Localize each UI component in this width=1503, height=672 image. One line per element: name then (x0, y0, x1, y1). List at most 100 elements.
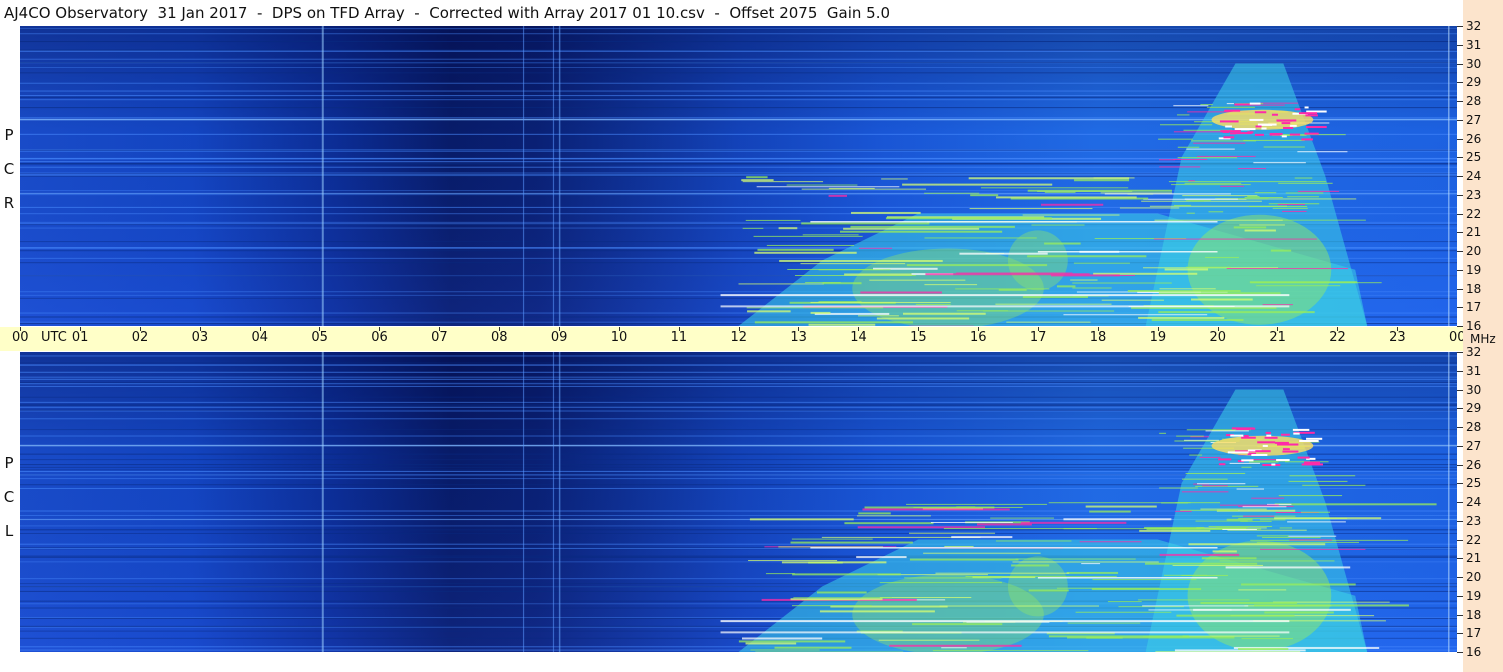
freq-tick-label: 20 (1466, 570, 1482, 584)
utc-tick-label: 10 (610, 330, 628, 345)
utc-tick-label: 09 (550, 330, 568, 345)
utc-tick-mark (618, 327, 620, 331)
freq-unit-label: MHz (1470, 332, 1496, 346)
freq-tick-mark (1457, 445, 1463, 447)
freq-tick-mark (1457, 101, 1463, 102)
freq-tick-mark (1457, 558, 1463, 560)
freq-tick-mark (1457, 614, 1463, 616)
utc-tick-mark (1097, 327, 1099, 331)
freq-tick-mark (1457, 119, 1463, 121)
freq-tick-label: 26 (1466, 131, 1482, 146)
utc-tick-label: 03 (191, 330, 209, 345)
freq-tick-label: 16 (1466, 319, 1482, 333)
utc-tick-mark (858, 327, 860, 331)
utc-tick-label: 06 (371, 330, 388, 345)
freq-tick-mark (1457, 232, 1463, 234)
freq-tick-mark (1457, 427, 1463, 428)
freq-tick-label: 30 (1466, 382, 1482, 397)
polarization-label-rcp: P C R (2, 118, 16, 220)
pol-letter: P (4, 126, 14, 144)
pol-letter: L (4, 522, 14, 540)
freq-tick-label: 18 (1466, 281, 1482, 296)
utc-tick-mark (738, 327, 740, 331)
utc-tick-label: 22 (1329, 330, 1346, 345)
utc-tick-label: 21 (1269, 330, 1286, 345)
utc-tick-label: 17 (1029, 330, 1047, 345)
freq-tick-mark (1457, 176, 1463, 177)
utc-tick-mark (499, 327, 500, 331)
utc-tick-label: 14 (850, 330, 867, 345)
utc-tick-mark (978, 327, 979, 331)
utc-tick-mark (558, 327, 560, 331)
utc-tick-mark (1037, 327, 1039, 331)
utc-tick-label: 01 (71, 330, 89, 345)
utc-tick-mark (259, 327, 261, 331)
utc-tick-mark (1277, 327, 1279, 331)
freq-tick-label: 31 (1466, 363, 1482, 378)
utc-tick-mark (1397, 327, 1399, 331)
freq-tick-label: 29 (1466, 401, 1482, 416)
freq-tick-label: 19 (1466, 262, 1482, 277)
utc-tick-mark (199, 327, 201, 331)
utc-tick-label: 19 (1149, 330, 1167, 345)
freq-tick-mark (1457, 82, 1463, 84)
freq-tick-label: 21 (1466, 551, 1482, 566)
utc-tick-label: 16 (970, 330, 987, 345)
freq-tick-mark (1457, 63, 1463, 65)
freq-tick-label: 21 (1466, 225, 1482, 240)
utc-tick-label: 12 (730, 330, 748, 345)
utc-tick-label: 13 (790, 330, 807, 345)
freq-tick-label: 29 (1466, 75, 1482, 90)
freq-tick-label: 28 (1466, 94, 1482, 108)
freq-tick-mark (1457, 269, 1463, 271)
freq-tick-label: 26 (1466, 457, 1482, 472)
freq-tick-label: 19 (1466, 588, 1482, 603)
freq-tick-mark (1457, 483, 1463, 485)
utc-tick-mark (319, 327, 321, 331)
utc-tick-mark (1217, 327, 1219, 331)
utc-tick-mark (678, 327, 680, 331)
freq-tick-label: 24 (1466, 169, 1482, 183)
freq-tick-mark (1457, 652, 1463, 653)
freq-tick-label: 23 (1466, 187, 1482, 202)
utc-tick-mark (439, 327, 441, 331)
freq-tick-label: 27 (1466, 112, 1482, 127)
page-title: AJ4CO Observatory 31 Jan 2017 - DPS on T… (4, 4, 891, 22)
spectrogram-rcp[interactable] (20, 26, 1457, 326)
spectrogram-canvas (20, 352, 1457, 652)
freq-tick-mark (1457, 464, 1463, 466)
utc-tick-mark (20, 327, 21, 331)
freq-tick-label: 16 (1466, 645, 1482, 659)
freq-tick-mark (1457, 502, 1463, 503)
utc-axis-label: UTC (41, 330, 67, 345)
freq-tick-label: 20 (1466, 244, 1482, 258)
utc-tick-mark (379, 327, 381, 331)
utc-tick-label: 05 (311, 330, 328, 345)
freq-tick-mark (1457, 326, 1463, 327)
freq-tick-label: 32 (1466, 345, 1482, 359)
utc-tick-label: 23 (1389, 330, 1406, 345)
spectrogram-canvas (20, 26, 1457, 326)
utc-tick-mark (79, 327, 81, 331)
spectrogram-lcp[interactable] (20, 352, 1457, 652)
freq-tick-mark (1457, 633, 1463, 635)
utc-tick-label: 15 (910, 330, 927, 345)
utc-tick-label: 08 (491, 330, 508, 345)
freq-tick-mark (1457, 251, 1463, 252)
freq-tick-mark (1457, 307, 1463, 309)
freq-tick-mark (1457, 389, 1463, 391)
utc-tick-label: 07 (431, 330, 448, 345)
freq-tick-label: 23 (1466, 513, 1482, 528)
utc-tick-mark (918, 327, 920, 331)
freq-tick-label: 17 (1466, 300, 1482, 315)
freq-tick-mark (1457, 408, 1463, 410)
utc-tick-label: 11 (670, 330, 688, 345)
pol-letter: R (3, 194, 15, 212)
freq-tick-mark (1457, 577, 1463, 578)
utc-tick-mark (1157, 327, 1159, 331)
freq-tick-label: 32 (1466, 19, 1482, 33)
freq-tick-label: 25 (1466, 476, 1482, 491)
utc-tick-label: 04 (251, 330, 269, 345)
freq-tick-mark (1457, 595, 1463, 597)
utc-tick-label: 02 (131, 330, 149, 345)
